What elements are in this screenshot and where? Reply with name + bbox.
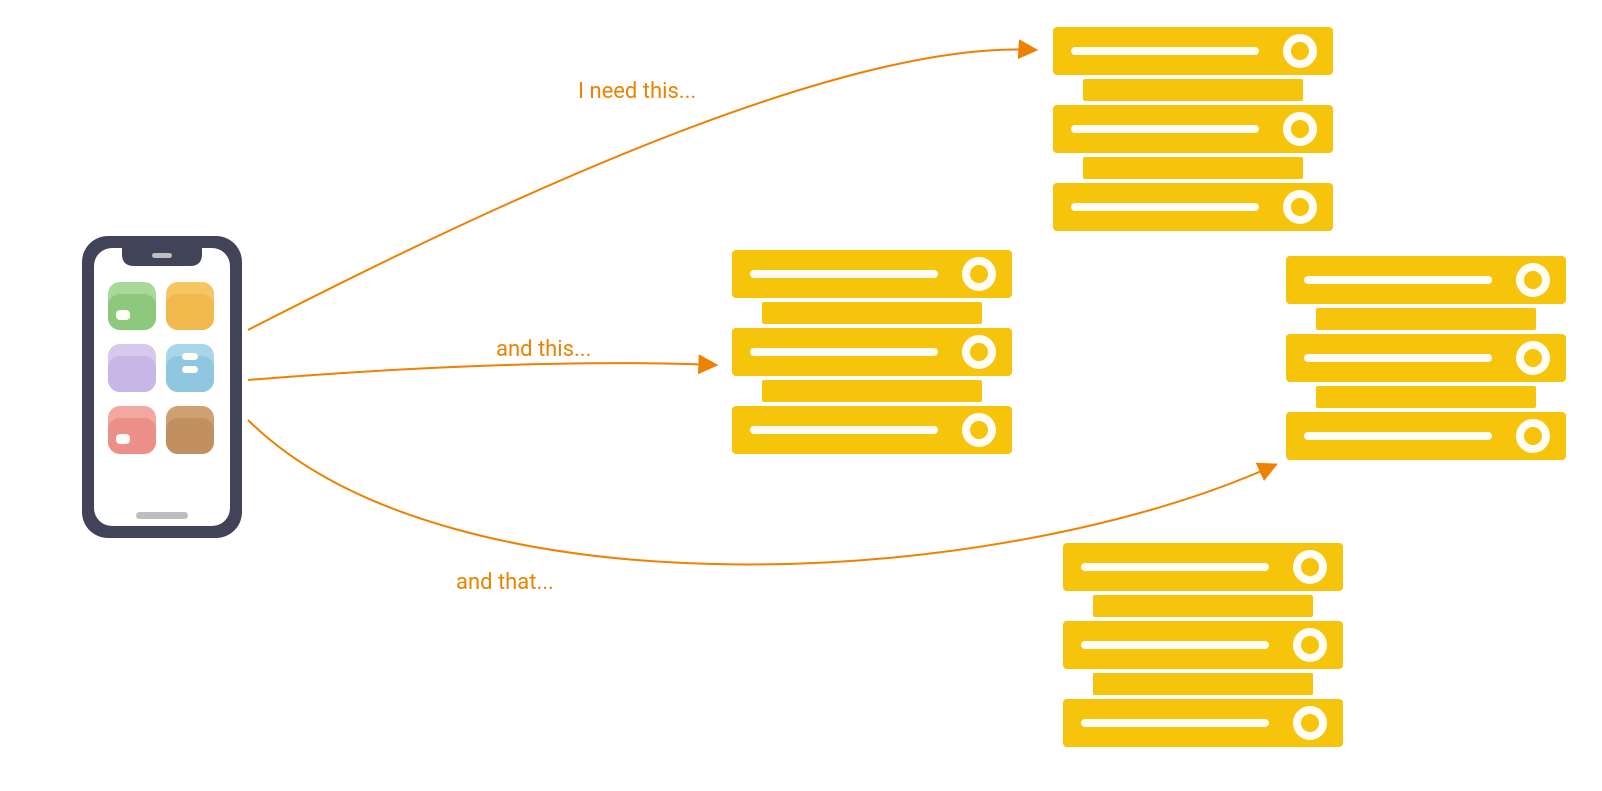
server-stack-icon xyxy=(729,247,1015,461)
arrow-label-2: and this... xyxy=(496,337,591,362)
server-stack-icon xyxy=(1283,253,1569,467)
smartphone-icon xyxy=(78,232,246,542)
diagram-stage: I need this... and this... and that... xyxy=(0,0,1602,791)
server-stack-icon xyxy=(1050,24,1336,238)
arrow-label-3: and that... xyxy=(456,570,554,595)
server-stack-icon xyxy=(1060,540,1346,754)
arrow-label-1: I need this... xyxy=(578,79,696,104)
